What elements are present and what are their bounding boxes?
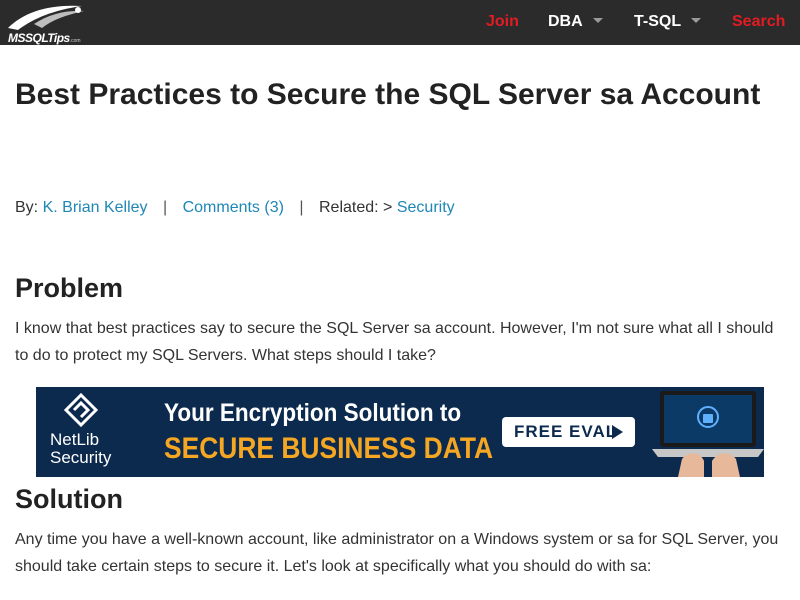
ad-headline-line1: Your Encryption Solution to — [164, 399, 462, 427]
ad-brand-line1: NetLib — [50, 430, 100, 449]
byline-separator: | — [162, 199, 168, 216]
play-arrow-icon — [612, 425, 623, 439]
author-link[interactable]: K. Brian Kelley — [43, 199, 148, 216]
related-arrow: > — [383, 199, 393, 216]
solution-heading: Solution — [15, 484, 123, 514]
logo-text: MSSQLTips.com — [8, 31, 81, 45]
problem-text: I know that best practices say to secure… — [15, 320, 774, 364]
site-logo[interactable]: MSSQLTips.com — [4, 2, 88, 45]
related-security-link[interactable]: Security — [397, 199, 455, 216]
related-label: Related: — [319, 199, 379, 216]
problem-heading: Problem — [15, 273, 124, 303]
page-title: Best Practices to Secure the SQL Server … — [15, 78, 761, 111]
solution-text: Any time you have a well-known account, … — [15, 531, 779, 575]
netlib-logo-icon — [64, 393, 98, 427]
nav-join-label: Join — [486, 13, 519, 30]
article-byline: By: K. Brian Kelley | Comments (3) | Rel… — [15, 199, 455, 217]
swoosh-logo-icon — [8, 5, 84, 30]
advertisement-banner[interactable]: NetLib Security Your Encryption Solution… — [36, 387, 764, 477]
byline-separator: | — [299, 199, 304, 216]
comments-link[interactable]: Comments (3) — [183, 199, 284, 216]
nav-join-link[interactable]: Join — [486, 13, 519, 31]
ad-brand: NetLib Security — [50, 431, 111, 467]
chevron-down-icon — [592, 18, 603, 23]
nav-search-label: Search — [732, 13, 786, 30]
nav-dba-label: DBA — [548, 13, 583, 30]
ad-brand-line2: Security — [50, 448, 112, 467]
by-label: By: — [15, 199, 39, 216]
free-eval-button[interactable]: FREE EVAL — [502, 417, 635, 447]
laptop-illustration-icon — [652, 391, 764, 477]
nav-search-link[interactable]: Search — [732, 13, 785, 31]
nav-dba-dropdown[interactable]: DBA — [548, 13, 603, 31]
chevron-down-icon — [691, 18, 702, 23]
ad-headline-line2: SECURE BUSINESS DATA — [164, 432, 494, 465]
nav-tsql-label: T-SQL — [634, 13, 682, 30]
free-eval-label: FREE EVAL — [514, 422, 618, 441]
top-navigation-bar: MSSQLTips.com Join DBA T-SQL Search — [0, 0, 800, 45]
nav-tsql-dropdown[interactable]: T-SQL — [634, 13, 702, 31]
